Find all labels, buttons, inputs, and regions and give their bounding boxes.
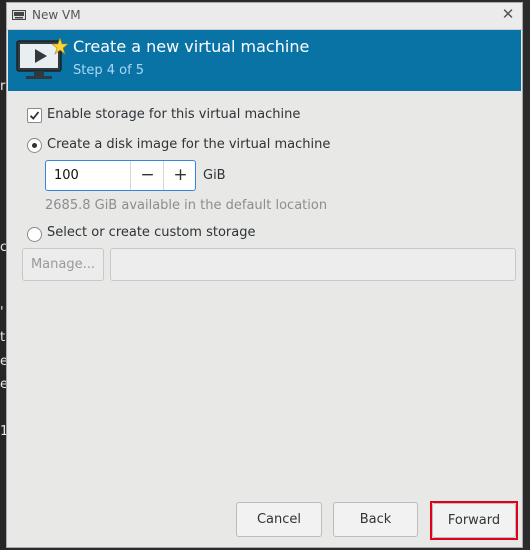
title-bar[interactable]: New VM ✕ — [7, 3, 522, 30]
disk-size-spinbutton[interactable]: − + — [45, 160, 196, 191]
radio-button-selected[interactable] — [27, 138, 42, 153]
background-text: ' — [0, 305, 4, 320]
custom-storage-path-field[interactable] — [110, 248, 516, 281]
cancel-button[interactable]: Cancel — [236, 502, 322, 537]
plus-icon: + — [173, 165, 188, 185]
background-text: t — [0, 330, 6, 345]
manage-button[interactable]: Manage... — [22, 248, 104, 281]
minus-icon: − — [140, 165, 155, 185]
disk-size-input[interactable] — [47, 162, 136, 189]
radio-button[interactable] — [27, 227, 42, 242]
available-space-text: 2685.8 GiB available in the default loca… — [45, 198, 328, 213]
monitor-play-icon — [16, 38, 68, 79]
back-button[interactable]: Back — [333, 502, 418, 537]
custom-storage-label: Select or create custom storage — [47, 225, 256, 240]
virt-manager-icon — [12, 10, 26, 20]
wizard-header: Create a new virtual machine Step 4 of 5 — [8, 30, 521, 91]
page-title: Create a new virtual machine — [73, 37, 310, 56]
window-title: New VM — [32, 8, 81, 22]
checkmark-icon — [29, 111, 40, 120]
forward-highlight-box — [430, 501, 518, 540]
checkbox-box[interactable] — [27, 108, 42, 123]
radio-dot — [32, 143, 37, 148]
background-window-edge — [522, 0, 530, 550]
increment-button[interactable]: + — [163, 161, 197, 190]
background-text: r — [0, 79, 6, 94]
close-icon[interactable]: ✕ — [500, 6, 516, 22]
decrement-button[interactable]: − — [130, 161, 164, 190]
enable-storage-label: Enable storage for this virtual machine — [47, 107, 301, 122]
step-indicator: Step 4 of 5 — [73, 63, 145, 78]
size-unit-label: GiB — [203, 168, 226, 183]
create-disk-label: Create a disk image for the virtual mach… — [47, 137, 331, 152]
new-vm-dialog: New VM ✕ Create a new virtual machine St… — [6, 2, 523, 548]
